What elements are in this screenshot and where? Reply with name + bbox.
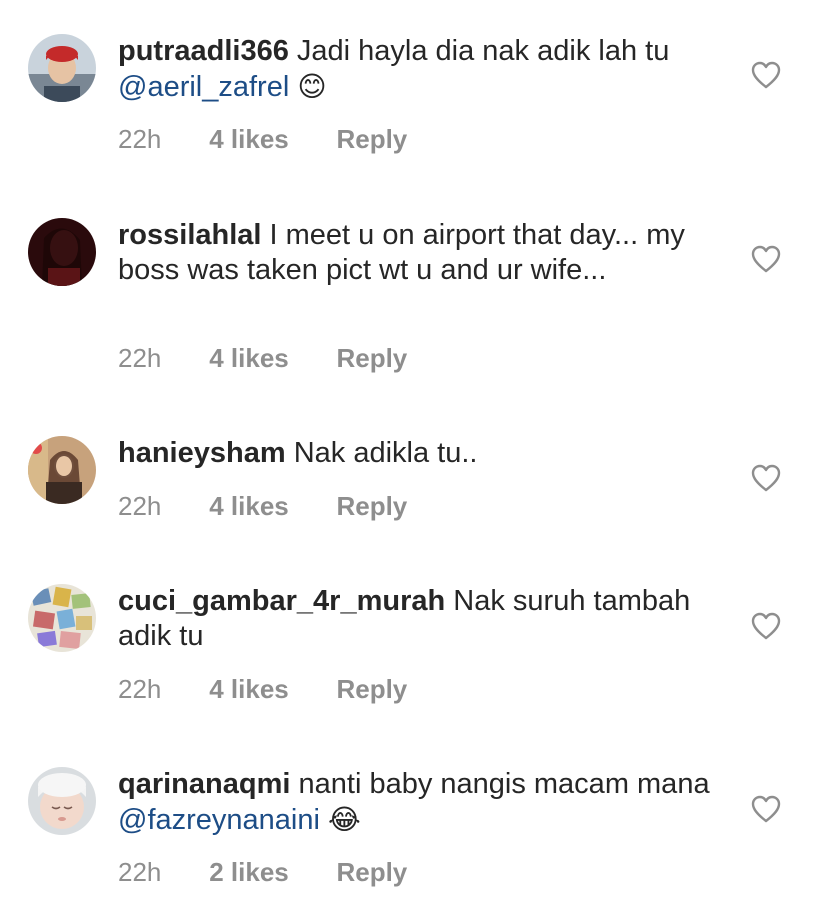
comment-body: Jadi hayla dia nak adik lah tu <box>296 35 670 67</box>
comment-likes-link[interactable]: 2 likes <box>209 854 329 890</box>
comment-meta: 22h 2 likes Reply <box>118 854 407 890</box>
heart-outline-icon[interactable] <box>751 61 781 89</box>
heart-outline-icon[interactable] <box>751 612 781 640</box>
comment-meta: 22h 4 likes Reply <box>118 340 407 376</box>
heart-outline-icon[interactable] <box>751 245 781 273</box>
avatar[interactable] <box>28 218 96 286</box>
reply-button[interactable]: Reply <box>336 121 407 157</box>
heart-outline-icon[interactable] <box>751 795 781 823</box>
comment-timestamp: 22h <box>118 343 162 373</box>
avatar[interactable] <box>28 436 96 504</box>
avatar[interactable] <box>28 767 96 835</box>
comment-timestamp: 22h <box>118 857 162 887</box>
comment-username[interactable]: cuci_gambar_4r_murah <box>118 585 445 617</box>
comment-username[interactable]: putraadli366 <box>118 35 289 67</box>
reply-button[interactable]: Reply <box>336 854 407 890</box>
avatar[interactable] <box>28 34 96 102</box>
comment-username[interactable]: rossilahlal <box>118 219 261 251</box>
comment-likes-link[interactable]: 4 likes <box>209 121 329 157</box>
smile-emoji: 😊 <box>297 70 327 103</box>
comment-text: cuci_gambar_4r_murah Nak suruh tambah ad… <box>118 584 718 654</box>
comment-likes-link[interactable]: 4 likes <box>209 340 329 376</box>
comment-text: hanieysham Nak adikla tu.. <box>118 436 718 471</box>
comment-text: qarinanaqmi nanti baby nangis macam mana… <box>118 767 718 838</box>
comment-mention[interactable]: @aeril_zafrel <box>118 71 289 103</box>
comment-text: rossilahlal I meet u on airport that day… <box>118 218 718 288</box>
comment-meta: 22h 4 likes Reply <box>118 121 407 157</box>
comment-text: putraadli366 Jadi hayla dia nak adik lah… <box>118 34 718 105</box>
heart-outline-icon[interactable] <box>751 464 781 492</box>
comment-meta: 22h 4 likes Reply <box>118 671 407 707</box>
comment-body: Nak adikla tu.. <box>293 437 478 469</box>
laughing-emoji: 😂 <box>328 803 361 836</box>
comment-username[interactable]: hanieysham <box>118 437 286 469</box>
avatar[interactable] <box>28 584 96 652</box>
comment-mention[interactable]: @fazreynanaini <box>118 804 320 836</box>
comment-timestamp: 22h <box>118 674 162 704</box>
comment-likes-link[interactable]: 4 likes <box>209 488 329 524</box>
reply-button[interactable]: Reply <box>336 488 407 524</box>
reply-button[interactable]: Reply <box>336 340 407 376</box>
reply-button[interactable]: Reply <box>336 671 407 707</box>
comment-likes-link[interactable]: 4 likes <box>209 671 329 707</box>
comment-body: nanti baby nangis macam mana <box>298 768 710 800</box>
comment-timestamp: 22h <box>118 124 162 154</box>
comment-meta: 22h 4 likes Reply <box>118 488 407 524</box>
comment-username[interactable]: qarinanaqmi <box>118 768 290 800</box>
comment-timestamp: 22h <box>118 491 162 521</box>
